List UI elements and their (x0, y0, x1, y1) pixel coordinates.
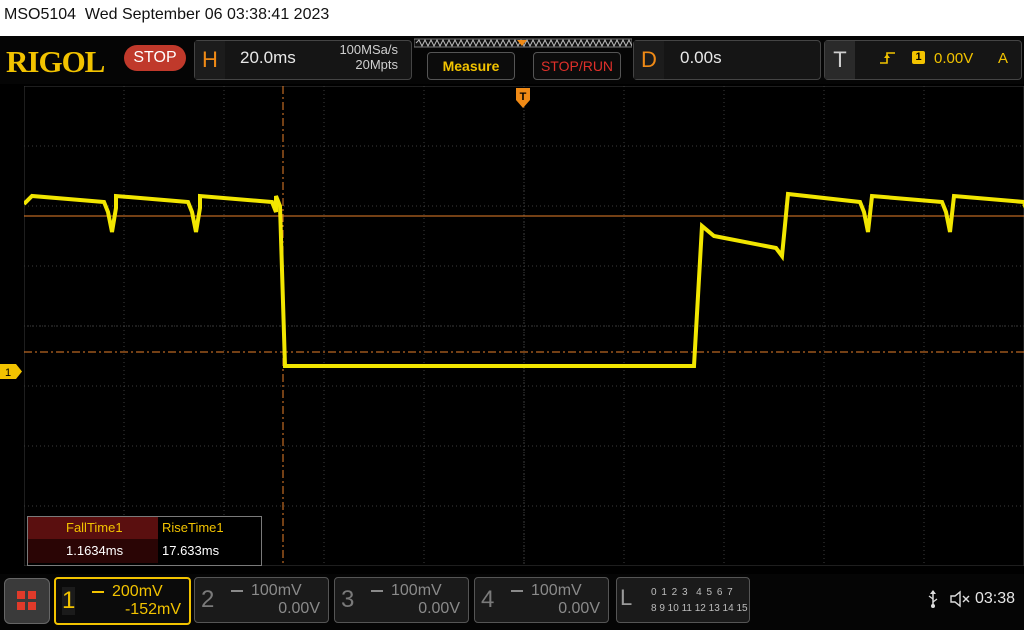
channel-number: 3 (341, 586, 355, 613)
channel-number: 2 (201, 586, 215, 613)
fall-time-value: 1.1634ms (28, 539, 158, 563)
stop-run-button[interactable]: STOP/RUN (533, 52, 621, 80)
run-status-badge[interactable]: STOP (124, 45, 186, 71)
menu-grid-icon[interactable] (4, 578, 50, 624)
rise-time-label: RiseTime1 (158, 517, 259, 539)
waveform-position-bar (414, 38, 632, 48)
ch1-trace (24, 191, 1024, 368)
measure-button[interactable]: Measure (427, 52, 515, 80)
channel-scale: 100mV (251, 582, 302, 599)
waveform-display[interactable] (24, 86, 1024, 566)
rise-time-value: 17.633ms (158, 539, 259, 563)
dc-coupling-icon (371, 590, 383, 595)
channel-offset: 0.00V (418, 600, 460, 617)
channel-scale: 100mV (531, 582, 582, 599)
rising-edge-icon (879, 50, 897, 69)
trigger-level: 0.00V (934, 50, 974, 67)
speaker-muted-icon[interactable] (949, 590, 973, 608)
dc-coupling-icon (231, 590, 243, 595)
channel-4-panel[interactable]: 4 100mV 0.00V (474, 577, 609, 623)
memory-depth: 20Mpts (355, 57, 398, 72)
channel-number: 1 (62, 587, 76, 615)
channel-1-panel[interactable]: 1 200mV -152mV (54, 577, 191, 625)
channel-offset: 0.00V (278, 600, 320, 617)
window-title: MSO5104 Wed September 06 03:38:41 2023 (4, 6, 330, 23)
dc-coupling-icon (92, 591, 104, 596)
rigol-logo: RIGOL (6, 44, 105, 79)
timebase-value: 20.0ms (240, 48, 296, 67)
channel-number: 4 (481, 586, 495, 613)
horizontal-key: H (195, 41, 225, 79)
channel-offset: 0.00V (558, 600, 600, 617)
channel-scale: 200mV (112, 583, 163, 600)
usb-icon (928, 590, 938, 608)
svg-text:1: 1 (5, 367, 11, 379)
sample-rate: 100MSa/s (339, 42, 398, 57)
ch1-offset-marker[interactable]: 1 (0, 364, 22, 379)
dc-coupling-icon (511, 590, 523, 595)
logic-channels-row-2: 8 9 10 11 12 13 14 15 (651, 603, 748, 614)
logic-channels-row-1: 0 1 2 3 4 5 6 7 (651, 587, 734, 598)
channel-offset: -152mV (124, 601, 181, 618)
delay-key: D (634, 41, 664, 79)
channel-scale: 100mV (391, 582, 442, 599)
clock: 03:38 (975, 590, 1016, 607)
trigger-key: T (825, 41, 855, 79)
logic-analyzer-panel[interactable] (616, 577, 750, 623)
channel-3-panel[interactable]: 3 100mV 0.00V (334, 577, 469, 623)
channel-2-panel[interactable]: 2 100mV 0.00V (194, 577, 329, 623)
trigger-position-marker: T (516, 88, 530, 108)
svg-text:T: T (520, 91, 527, 103)
logic-key: L (620, 585, 633, 610)
trigger-mode: A (998, 50, 1009, 67)
fall-time-label: FallTime1 (28, 517, 158, 539)
trigger-source-badge: 1 (912, 51, 925, 64)
delay-value: 0.00s (680, 48, 722, 67)
